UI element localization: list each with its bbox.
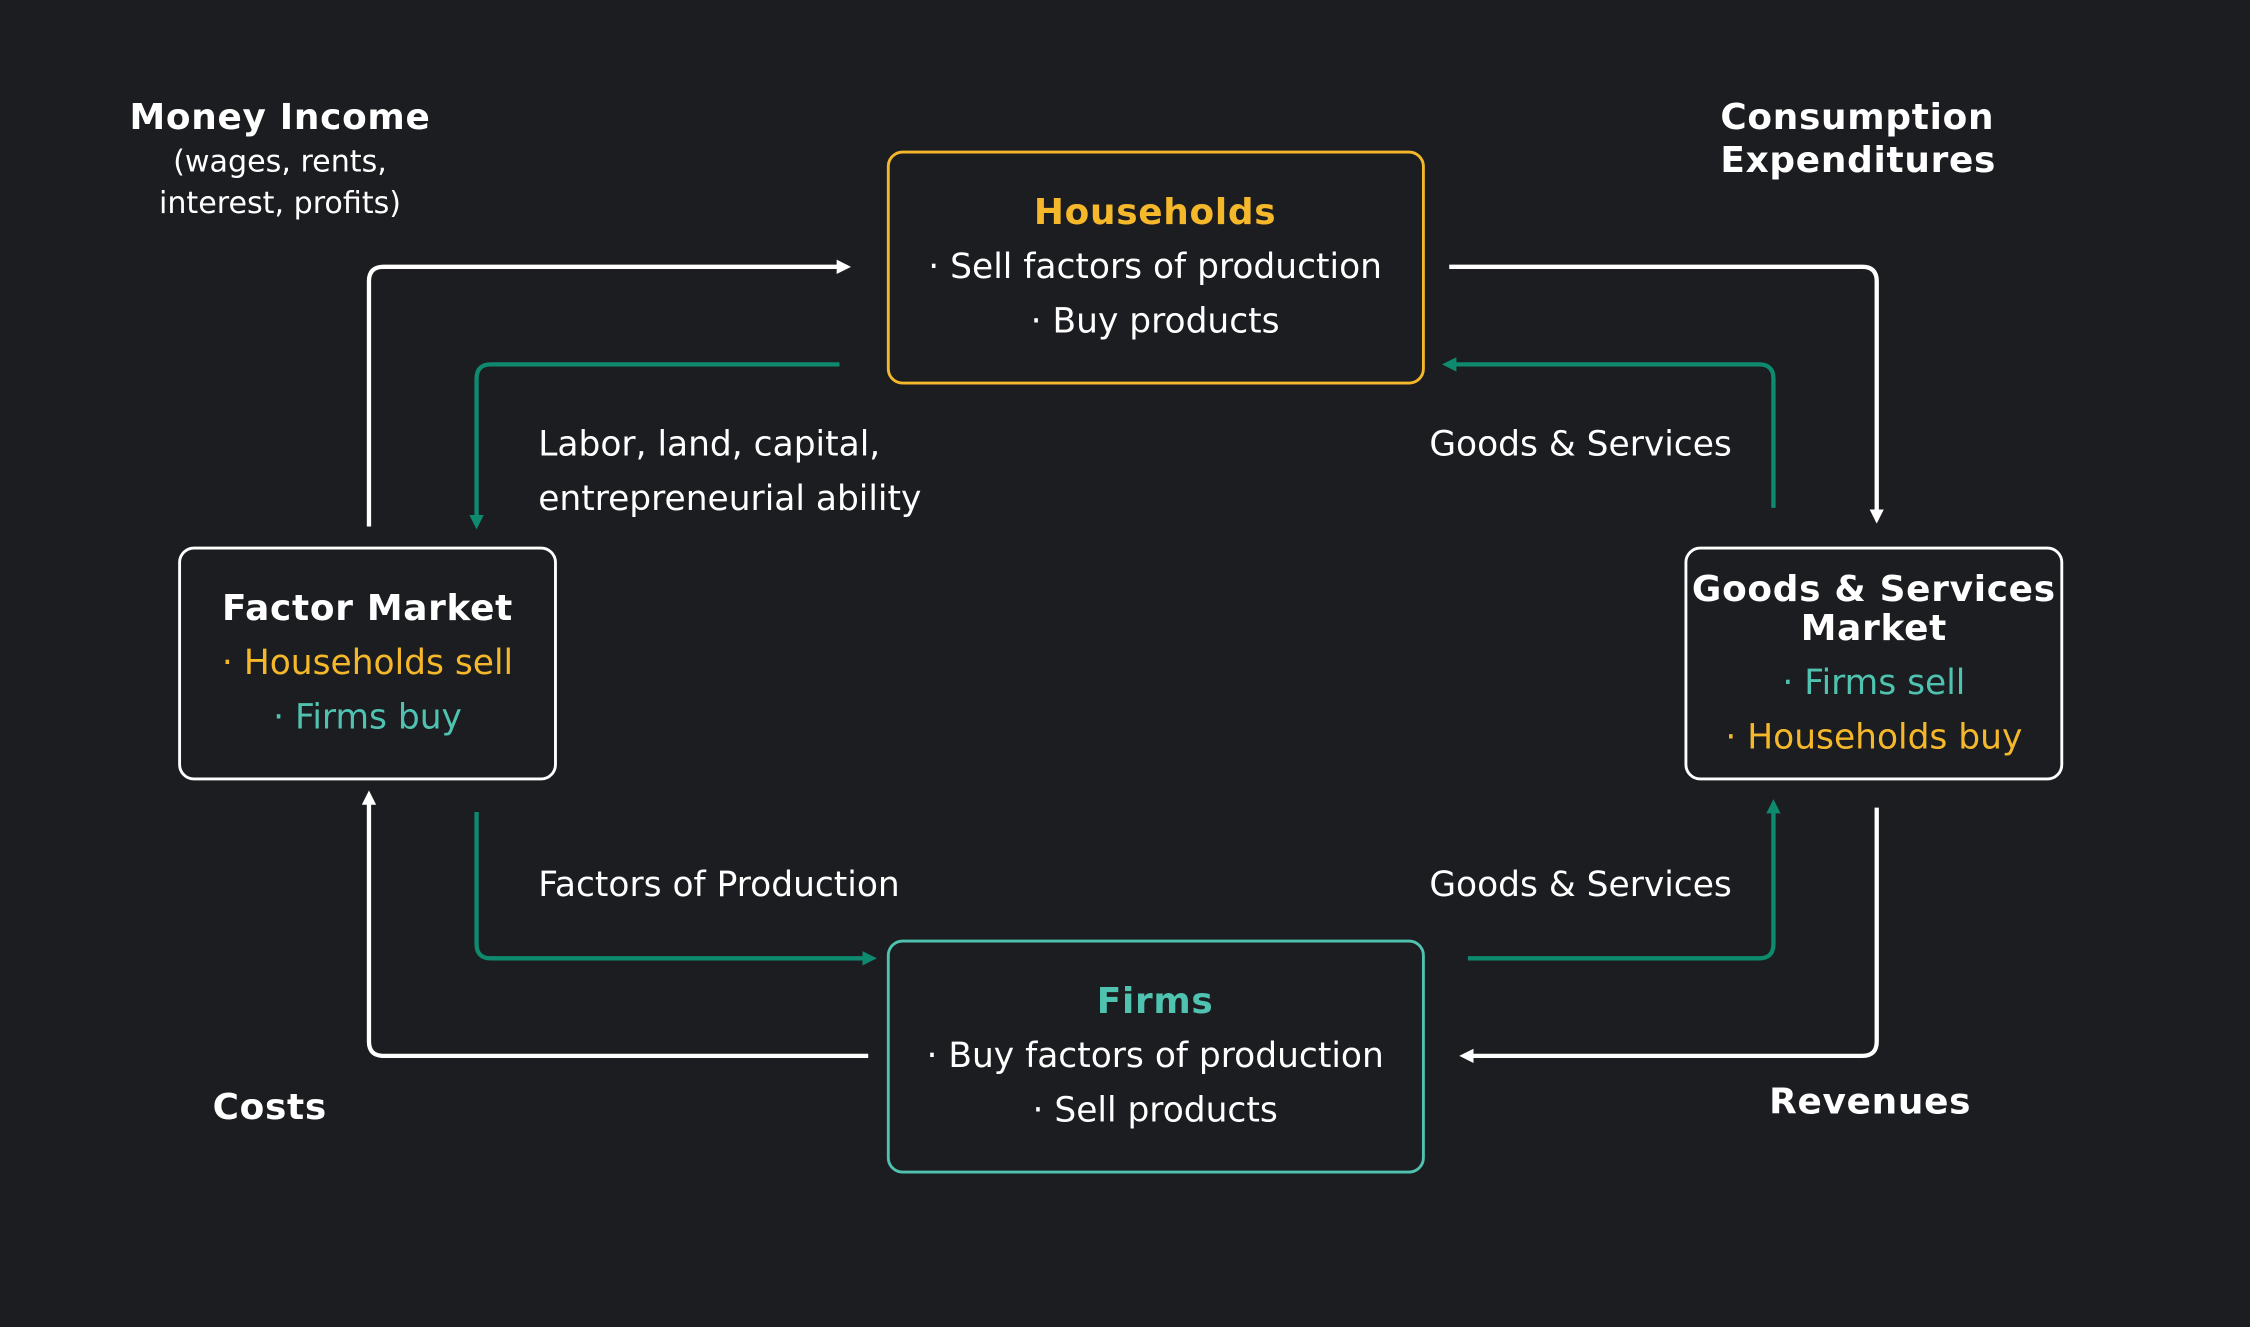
consumption-arrow xyxy=(1449,264,1884,524)
goods-services-market-box: Goods & Services Market · Firms sell · H… xyxy=(1684,546,2064,781)
goods-market-line: · Firms sell xyxy=(1782,663,1965,703)
households-title: Households xyxy=(1034,192,1276,233)
firms-title: Firms xyxy=(1097,981,1214,1022)
costs-arrow xyxy=(361,790,869,1059)
revenues-label: Revenues xyxy=(1769,1081,1971,1122)
goods-bottom-label: Goods & Services xyxy=(1429,865,1731,905)
firms-line: · Sell products xyxy=(1032,1090,1277,1130)
money-income-sub: interest, profits) xyxy=(159,186,401,221)
circular-flow-diagram: Households · Sell factors of production … xyxy=(129,97,2064,1174)
factor-market-line: · Firms buy xyxy=(273,697,462,737)
costs-label: Costs xyxy=(213,1087,327,1128)
labor-label: entrepreneurial ability xyxy=(538,479,921,519)
money-income-sub: (wages, rents, xyxy=(173,145,387,180)
goods-top-label: Goods & Services xyxy=(1429,425,1731,465)
labor-label: Labor, land, capital, xyxy=(538,425,880,465)
households-box: Households · Sell factors of production … xyxy=(886,150,1425,385)
revenues-arrow xyxy=(1459,807,1879,1064)
households-line: · Sell factors of production xyxy=(928,247,1382,287)
consumption-label: Expenditures xyxy=(1720,140,1996,181)
factor-market-line: · Households sell xyxy=(222,643,513,683)
factors-label: Factors of Production xyxy=(538,865,900,905)
goods-market-title: Goods & Services xyxy=(1692,569,2056,610)
goods-market-line: · Households buy xyxy=(1725,717,2022,757)
consumption-label: Consumption xyxy=(1720,97,1994,138)
money-income-label: Money Income xyxy=(129,97,430,138)
factor-market-box: Factor Market · Households sell · Firms … xyxy=(178,546,557,781)
factor-market-title: Factor Market xyxy=(222,588,513,629)
goods-market-title: Market xyxy=(1801,608,1947,649)
firms-box: Firms · Buy factors of production · Sell… xyxy=(886,939,1425,1174)
firms-line: · Buy factors of production xyxy=(926,1036,1383,1076)
households-line: · Buy products xyxy=(1031,301,1280,341)
